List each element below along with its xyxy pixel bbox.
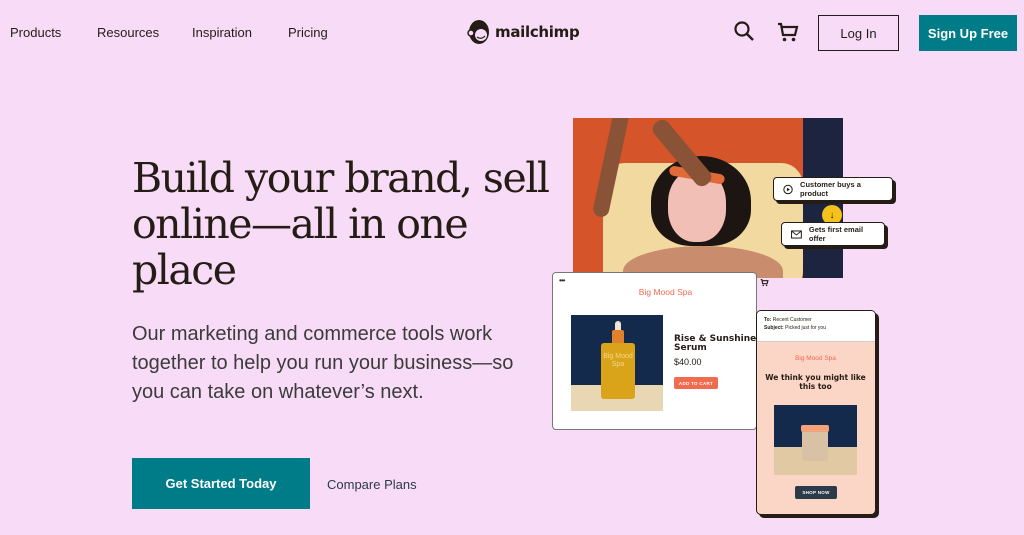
email-header: To: Recent Customer Subject: Picked just… — [757, 311, 875, 342]
email-subject-value: Picked just for you — [785, 325, 826, 331]
logo-wordmark: mailchimp — [495, 23, 580, 41]
bottle-cap — [612, 330, 624, 344]
serum-bottle: Big Mood Spa — [601, 343, 635, 399]
nav-link-products[interactable]: Products — [10, 25, 61, 40]
product-price: $40.00 — [674, 357, 702, 367]
flow-step-label: Customer buys a product — [800, 180, 861, 198]
email-headline: We think you might like this too — [765, 373, 866, 391]
product-name: Rise & Sunshine Serum — [674, 334, 757, 353]
cart-icon[interactable] — [776, 20, 800, 44]
search-icon[interactable] — [733, 20, 757, 44]
flow-step-label: Gets first email offer — [808, 225, 864, 243]
hero-subtext: Our marketing and commerce tools work to… — [132, 323, 514, 403]
store-name: Big Mood Spa — [638, 287, 693, 297]
email-subject-label: Subject: — [764, 325, 784, 331]
compare-plans-link[interactable]: Compare Plans — [327, 477, 417, 492]
signup-button[interactable]: Sign Up Free — [919, 15, 1017, 51]
product-jar-lid — [801, 425, 829, 432]
flow-step-customer-buys: Customer buys a product — [773, 177, 893, 201]
envelope-icon — [791, 229, 802, 239]
nav-link-resources[interactable]: Resources — [97, 25, 159, 40]
nav-link-inspiration[interactable]: Inspiration — [192, 25, 252, 40]
email-product-image — [774, 405, 857, 475]
nav-link-pricing[interactable]: Pricing — [288, 25, 328, 40]
product-image: Big Mood Spa — [571, 315, 663, 411]
login-button[interactable]: Log In — [818, 15, 899, 51]
more-options-icon: ••• — [559, 276, 565, 285]
online-store-mockup: ••• Big Mood Spa Big Mood Spa Rise & Sun… — [552, 272, 769, 430]
shop-now-button: SHOP NOW — [795, 486, 837, 499]
product-jar — [802, 429, 828, 461]
email-brand: Big Mood Spa — [795, 355, 836, 362]
email-to-value: Recent Customer — [772, 317, 812, 323]
email-mockup: To: Recent Customer Subject: Picked just… — [756, 310, 876, 515]
get-started-button[interactable]: Get Started Today — [132, 458, 310, 509]
play-circle-icon — [783, 184, 793, 194]
add-to-cart-button: ADD TO CART — [674, 377, 718, 389]
mailchimp-logo[interactable]: mailchimp — [466, 18, 580, 46]
flow-step-email-offer: Gets first email offer — [781, 222, 885, 246]
hero-headline: Build your brand, sell online—all in one… — [132, 154, 550, 294]
email-to-label: To: — [764, 317, 772, 323]
freddie-chimp-icon — [467, 20, 489, 44]
top-navigation: Products Resources Inspiration Pricing m… — [0, 0, 1024, 65]
